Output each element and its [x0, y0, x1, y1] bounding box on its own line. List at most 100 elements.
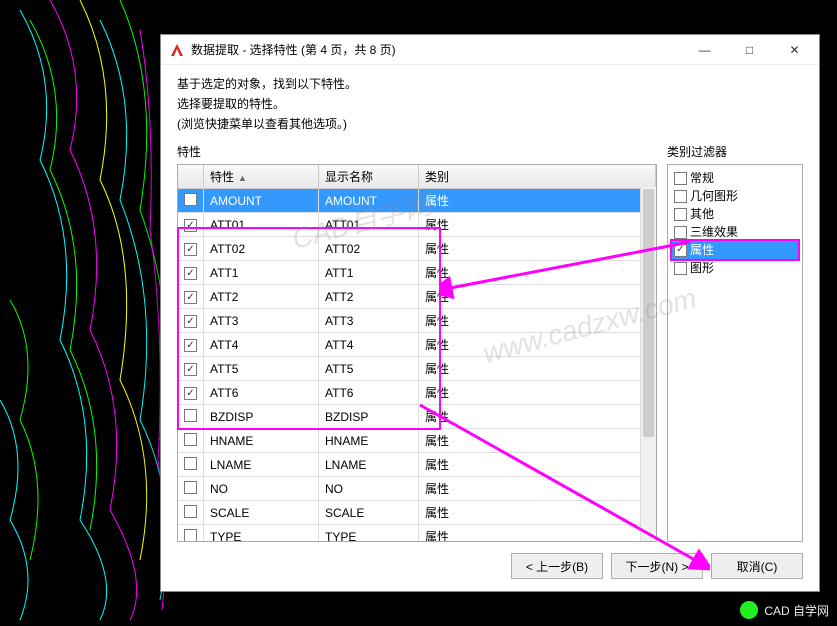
- cell-display-name: BZDISP: [319, 405, 419, 429]
- row-checkbox[interactable]: ✓: [184, 339, 197, 352]
- cell-display-name: ATT1: [319, 261, 419, 285]
- column-header-property[interactable]: 特性▲: [204, 165, 319, 189]
- cell-property: TYPE: [204, 525, 319, 543]
- cell-category: 属性: [419, 501, 656, 525]
- table-row[interactable]: ✓ATT01ATT01属性: [178, 213, 656, 237]
- cell-display-name: ATT3: [319, 309, 419, 333]
- table-row[interactable]: ✓ATT1ATT1属性: [178, 261, 656, 285]
- table-scrollbar[interactable]: [640, 187, 656, 541]
- table-row[interactable]: NONO属性: [178, 477, 656, 501]
- filter-item[interactable]: 其他: [672, 205, 798, 223]
- filter-item-label: 其他: [690, 206, 714, 222]
- cell-display-name: ATT02: [319, 237, 419, 261]
- cell-category: 属性: [419, 261, 656, 285]
- cell-category: 属性: [419, 525, 656, 543]
- cell-display-name: TYPE: [319, 525, 419, 543]
- table-row[interactable]: LNAMELNAME属性: [178, 453, 656, 477]
- cell-property: NO: [204, 477, 319, 501]
- sort-asc-icon: ▲: [238, 173, 247, 183]
- filter-checkbox[interactable]: [674, 262, 687, 275]
- row-checkbox[interactable]: [184, 505, 197, 518]
- row-checkbox[interactable]: ✓: [184, 267, 197, 280]
- table-row[interactable]: BZDISPBZDISP属性: [178, 405, 656, 429]
- scrollbar-thumb[interactable]: [643, 189, 654, 437]
- column-header-category[interactable]: 类别: [419, 165, 656, 189]
- table-row[interactable]: AMOUNTAMOUNT属性: [178, 189, 656, 213]
- table-row[interactable]: ✓ATT4ATT4属性: [178, 333, 656, 357]
- filter-item-label: 常规: [690, 170, 714, 186]
- cell-display-name: HNAME: [319, 429, 419, 453]
- row-checkbox[interactable]: [184, 409, 197, 422]
- cell-display-name: ATT2: [319, 285, 419, 309]
- cell-display-name: ATT5: [319, 357, 419, 381]
- row-checkbox[interactable]: [184, 457, 197, 470]
- cell-display-name: SCALE: [319, 501, 419, 525]
- table-row[interactable]: HNAMEHNAME属性: [178, 429, 656, 453]
- row-checkbox[interactable]: [184, 193, 197, 206]
- cell-category: 属性: [419, 213, 656, 237]
- cell-property: BZDISP: [204, 405, 319, 429]
- filter-item[interactable]: 几何图形: [672, 187, 798, 205]
- filter-item[interactable]: 常规: [672, 169, 798, 187]
- autocad-icon: [169, 42, 185, 58]
- filter-checkbox[interactable]: [674, 190, 687, 203]
- window-title: 数据提取 - 选择特性 (第 4 页，共 8 页): [191, 41, 682, 58]
- row-checkbox[interactable]: ✓: [184, 387, 197, 400]
- table-row[interactable]: SCALESCALE属性: [178, 501, 656, 525]
- cell-category: 属性: [419, 429, 656, 453]
- cancel-button[interactable]: 取消(C): [711, 553, 803, 579]
- category-filter-list[interactable]: 常规几何图形其他三维效果✓属性图形: [667, 164, 803, 542]
- cell-category: 属性: [419, 285, 656, 309]
- wechat-icon: [740, 601, 758, 619]
- column-header-display-name[interactable]: 显示名称: [319, 165, 419, 189]
- table-row[interactable]: ✓ATT2ATT2属性: [178, 285, 656, 309]
- cell-property: ATT01: [204, 213, 319, 237]
- row-checkbox[interactable]: ✓: [184, 363, 197, 376]
- cell-display-name: AMOUNT: [319, 189, 419, 213]
- cell-property: ATT02: [204, 237, 319, 261]
- instructions-text: 基于选定的对象，找到以下特性。 选择要提取的特性。 (浏览快捷菜单以查看其他选项…: [177, 75, 803, 133]
- row-checkbox[interactable]: [184, 433, 197, 446]
- cell-category: 属性: [419, 189, 656, 213]
- table-row[interactable]: ✓ATT6ATT6属性: [178, 381, 656, 405]
- row-checkbox[interactable]: ✓: [184, 243, 197, 256]
- row-checkbox[interactable]: ✓: [184, 291, 197, 304]
- cell-property: ATT6: [204, 381, 319, 405]
- cell-display-name: ATT6: [319, 381, 419, 405]
- cell-property: HNAME: [204, 429, 319, 453]
- filter-checkbox[interactable]: [674, 226, 687, 239]
- cell-display-name: NO: [319, 477, 419, 501]
- close-button[interactable]: ✕: [772, 36, 817, 64]
- cell-category: 属性: [419, 405, 656, 429]
- filter-checkbox[interactable]: [674, 208, 687, 221]
- cell-property: ATT1: [204, 261, 319, 285]
- row-checkbox[interactable]: [184, 529, 197, 542]
- titlebar[interactable]: 数据提取 - 选择特性 (第 4 页，共 8 页) — □ ✕: [161, 35, 819, 65]
- properties-table[interactable]: 特性▲ 显示名称 类别 AMOUNTAMOUNT属性✓ATT01ATT01属性✓…: [178, 165, 656, 542]
- row-checkbox[interactable]: ✓: [184, 219, 197, 232]
- next-button[interactable]: 下一步(N) >: [611, 553, 703, 579]
- filter-checkbox[interactable]: [674, 172, 687, 185]
- filter-item-label: 三维效果: [690, 224, 738, 240]
- column-header-checkbox[interactable]: [178, 165, 204, 189]
- table-row[interactable]: TYPETYPE属性: [178, 525, 656, 543]
- table-row[interactable]: ✓ATT3ATT3属性: [178, 309, 656, 333]
- table-row[interactable]: ✓ATT5ATT5属性: [178, 357, 656, 381]
- cell-display-name: ATT4: [319, 333, 419, 357]
- cell-property: ATT3: [204, 309, 319, 333]
- maximize-button[interactable]: □: [727, 36, 772, 64]
- cell-category: 属性: [419, 357, 656, 381]
- filter-item[interactable]: 图形: [672, 259, 798, 277]
- back-button[interactable]: < 上一步(B): [511, 553, 603, 579]
- filter-item[interactable]: 三维效果: [672, 223, 798, 241]
- cell-property: ATT2: [204, 285, 319, 309]
- minimize-button[interactable]: —: [682, 36, 727, 64]
- cell-property: ATT5: [204, 357, 319, 381]
- filter-checkbox[interactable]: ✓: [674, 244, 687, 257]
- cell-category: 属性: [419, 309, 656, 333]
- cell-display-name: ATT01: [319, 213, 419, 237]
- row-checkbox[interactable]: ✓: [184, 315, 197, 328]
- row-checkbox[interactable]: [184, 481, 197, 494]
- table-row[interactable]: ✓ATT02ATT02属性: [178, 237, 656, 261]
- filter-item[interactable]: ✓属性: [672, 241, 798, 259]
